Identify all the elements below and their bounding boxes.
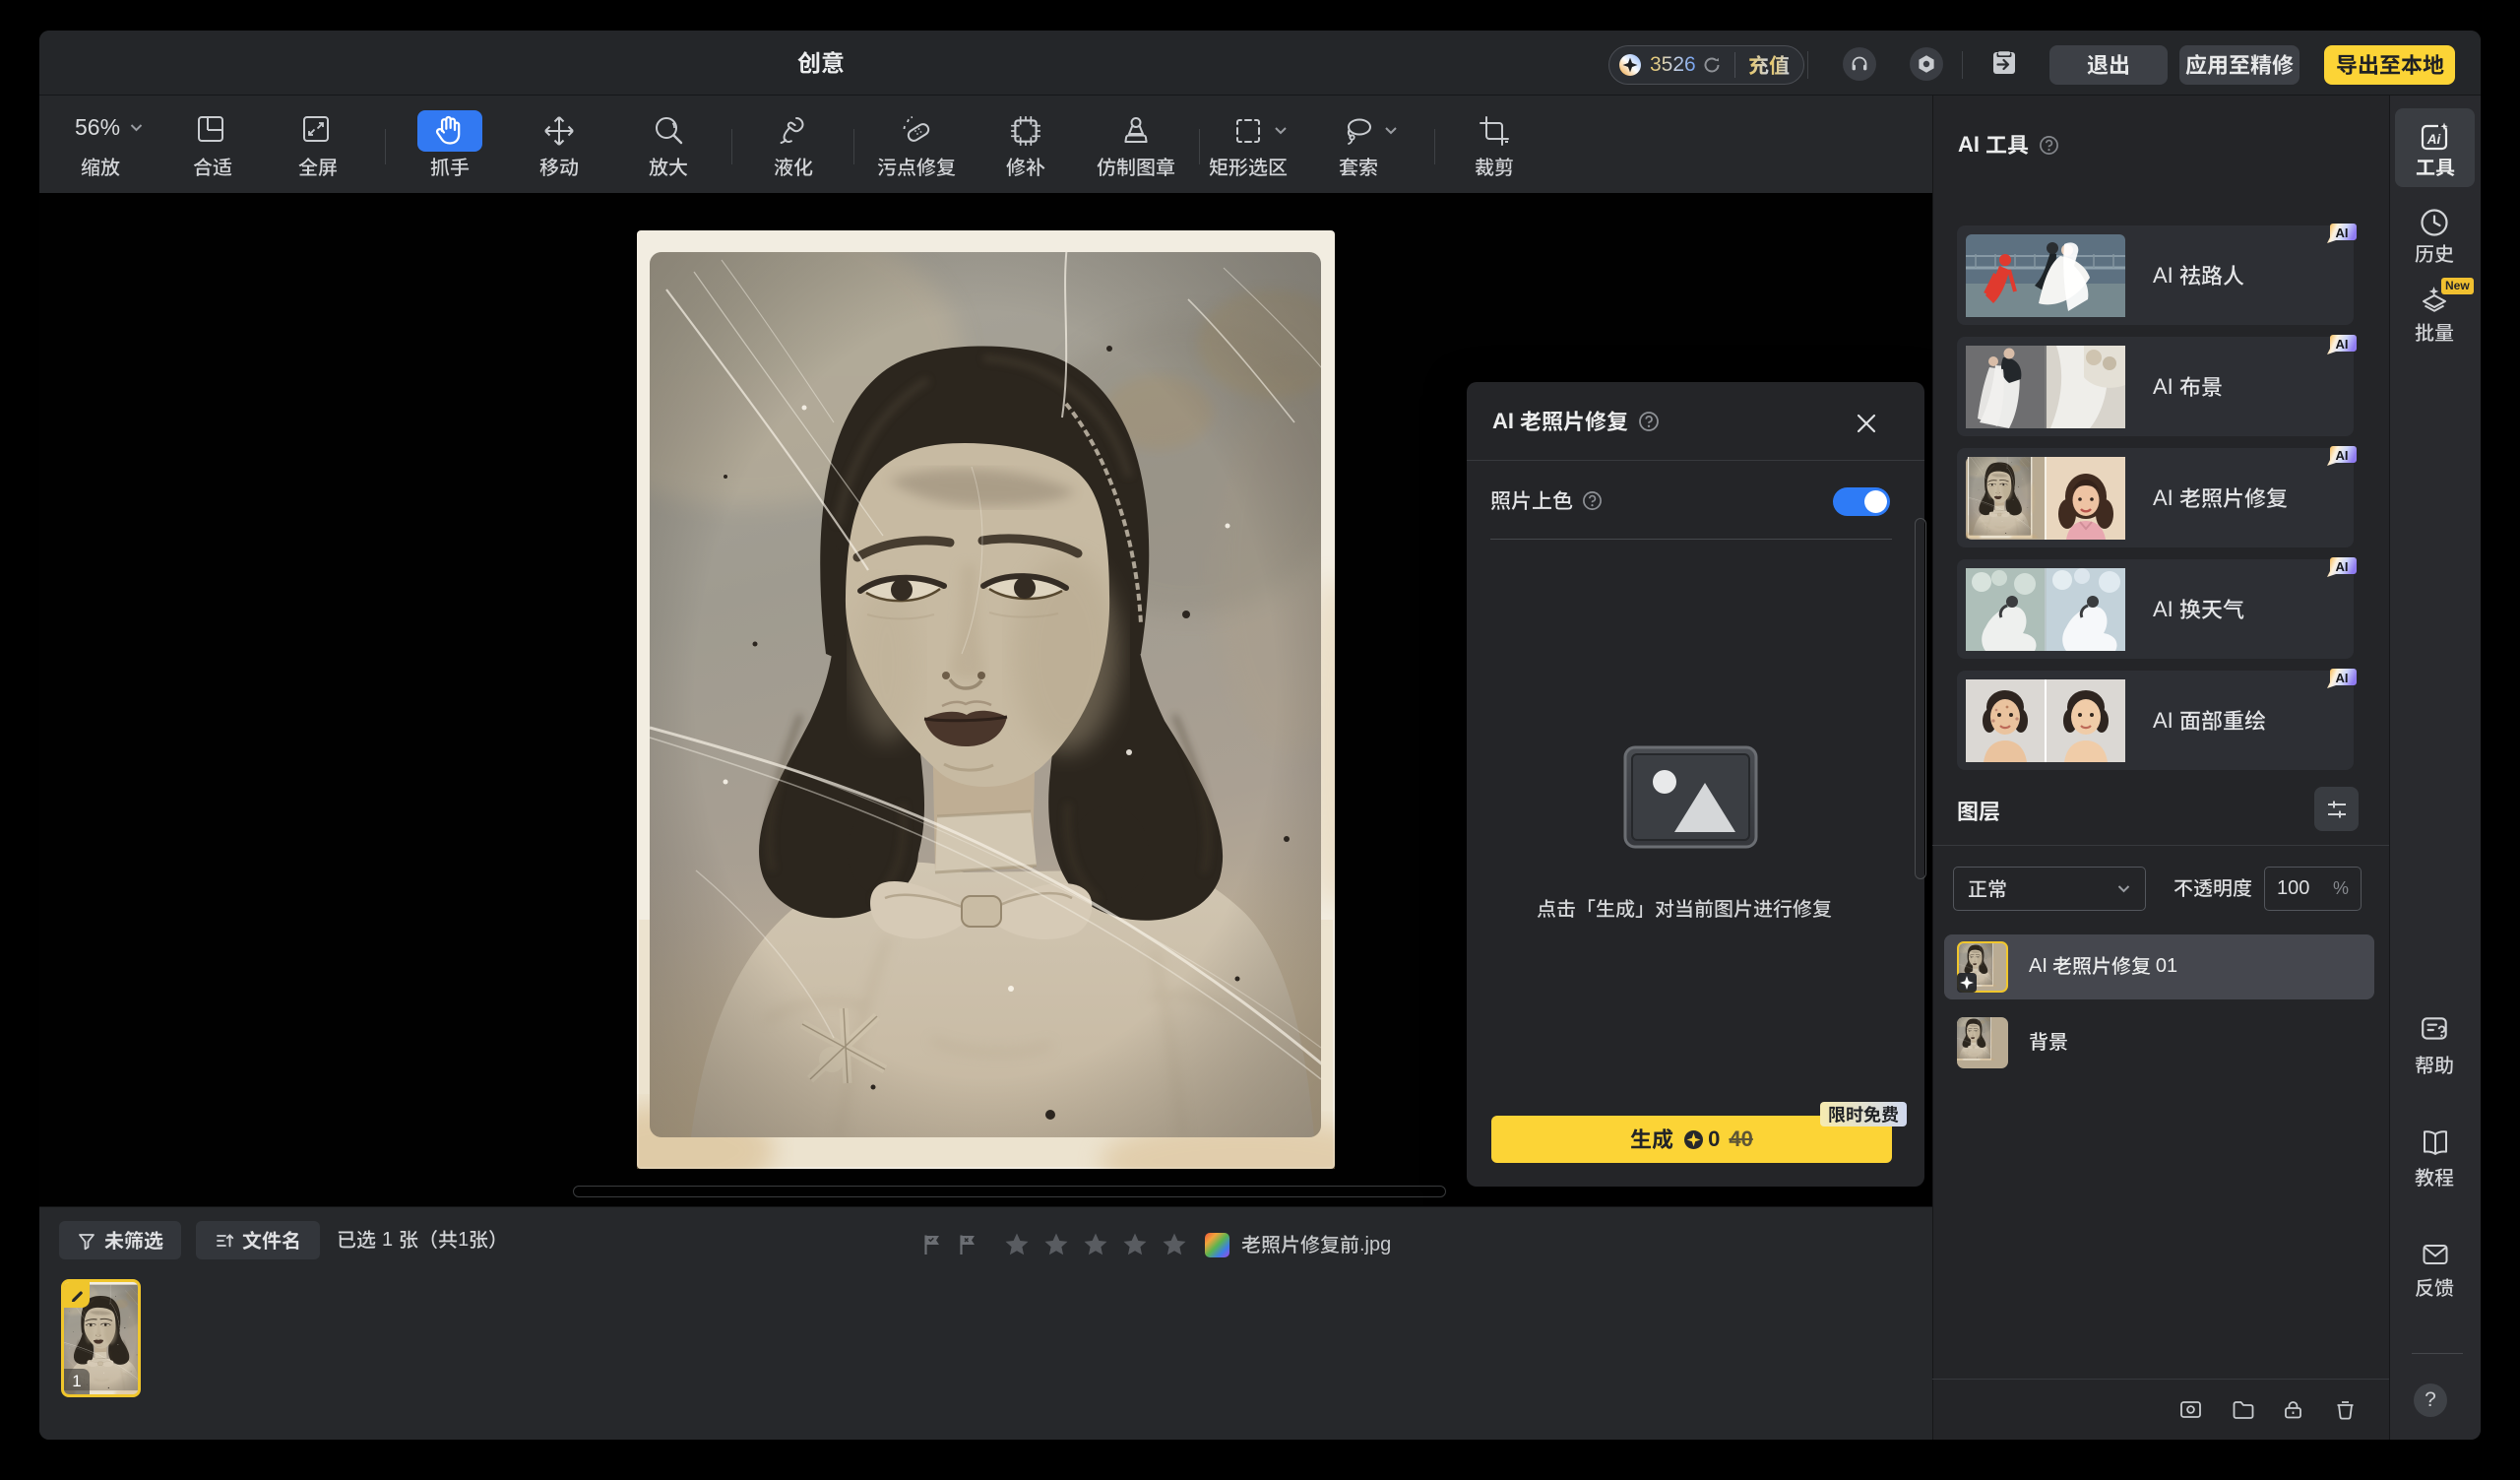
svg-text:AI: AI (2336, 448, 2349, 463)
svg-text:AI: AI (2336, 225, 2349, 240)
svg-text:AI: AI (2336, 559, 2349, 574)
svg-text:AI: AI (2336, 671, 2349, 685)
svg-text:AI: AI (2336, 337, 2349, 352)
svg-text:Ai: Ai (2426, 132, 2440, 147)
